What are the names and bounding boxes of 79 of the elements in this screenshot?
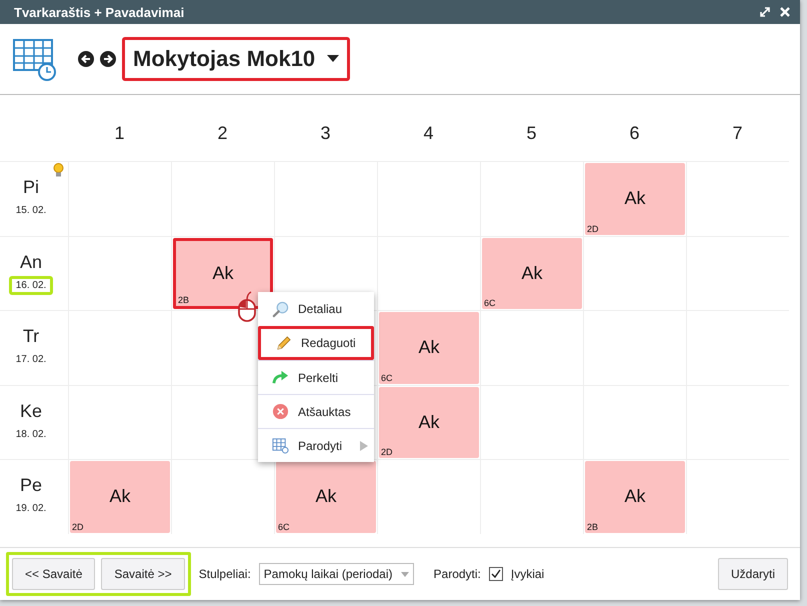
timetable-cell[interactable]: [686, 236, 789, 310]
day-date: 17. 02.: [14, 353, 48, 368]
timetable-cell[interactable]: [686, 161, 789, 236]
period-number: 2: [217, 122, 228, 144]
lesson-class: 2D: [72, 522, 84, 532]
day-date: 16. 02.: [8, 276, 54, 295]
caret-icon: [400, 572, 409, 576]
day-date: 19. 02.: [14, 502, 48, 516]
timetable-cell[interactable]: [377, 459, 480, 534]
lesson-card[interactable]: Ak 6C: [482, 238, 582, 309]
mouse-icon: [237, 290, 257, 322]
period-number: 3: [320, 122, 330, 144]
day-date: 15. 02.: [14, 204, 48, 218]
cancel-icon: [272, 403, 289, 420]
pencil-icon: [275, 334, 292, 352]
timetable-cell[interactable]: [583, 310, 686, 384]
lesson-subject: Ak: [521, 262, 542, 284]
back-icon[interactable]: [78, 51, 94, 67]
curved-arrow-icon: [272, 369, 289, 386]
menu-item[interactable]: Perkelti: [258, 360, 374, 394]
lightbulb-icon: [53, 163, 64, 178]
menu-item[interactable]: Parodyti: [258, 428, 374, 462]
events-label: Įvykiai: [510, 567, 544, 581]
lesson-class: 6C: [278, 522, 290, 532]
timetable-cell[interactable]: [686, 459, 789, 534]
day-date: 18. 02.: [14, 428, 48, 442]
lesson-subject: Ak: [109, 486, 130, 508]
lesson-card[interactable]: Ak 2D: [70, 461, 170, 532]
lesson-subject: Ak: [418, 337, 440, 358]
menu-item[interactable]: Atšauktas: [258, 394, 374, 428]
timetable-cell[interactable]: [377, 236, 480, 310]
lesson-class: 2D: [587, 224, 599, 234]
day-name: An: [20, 252, 42, 273]
day-name: Ke: [20, 400, 42, 422]
magnifier-icon: [272, 300, 289, 318]
day-name: Pe: [20, 475, 42, 496]
timetable-icon: [12, 36, 58, 82]
close-button[interactable]: Uždaryti: [718, 558, 788, 590]
lesson-card[interactable]: Ak 6C: [379, 312, 479, 384]
menu-item[interactable]: Redaguoti: [258, 326, 374, 360]
timetable-cell[interactable]: [583, 236, 686, 310]
week-button[interactable]: Savaitė >>: [101, 558, 185, 590]
lesson-class: 2B: [587, 522, 598, 532]
columns-dropdown[interactable]: Pamokų laikai (periodai): [258, 563, 414, 585]
lesson-card[interactable]: Ak 2D: [379, 386, 479, 458]
lesson-class: 2D: [381, 447, 393, 457]
show-label: Parodyti:: [434, 567, 481, 581]
lesson-subject: Ak: [624, 486, 646, 508]
timetable-cell[interactable]: [480, 310, 583, 384]
events-checkbox[interactable]: [488, 567, 503, 581]
maximize-icon[interactable]: [758, 5, 772, 19]
period-number: 4: [423, 122, 434, 144]
timetable-cell[interactable]: [480, 384, 583, 459]
teacher-dropdown[interactable]: Mokytojas Mok10: [122, 37, 350, 81]
lesson-subject: Ak: [315, 486, 336, 508]
lesson-card[interactable]: Ak 2D: [585, 163, 685, 234]
period-number: 1: [114, 122, 124, 144]
period-number: 7: [732, 122, 742, 144]
caret-icon: [327, 55, 340, 63]
period-number: 5: [526, 122, 536, 144]
close-icon[interactable]: [778, 5, 792, 19]
forward-icon[interactable]: [100, 51, 116, 67]
lesson-card[interactable]: Ak 2B: [173, 238, 273, 309]
lesson-subject: Ak: [418, 412, 440, 433]
lesson-card[interactable]: Ak 6C: [276, 461, 376, 532]
lesson-class: 6C: [381, 372, 393, 382]
lesson-class: 6C: [484, 298, 496, 308]
week-button[interactable]: << Savaitė: [12, 558, 96, 590]
period-number: 6: [629, 122, 640, 144]
lesson-card[interactable]: Ak 2B: [585, 461, 685, 532]
window-title: Tvarkaraštis + Pavadavimai: [14, 4, 186, 20]
day-name: Pi: [22, 177, 39, 198]
grid-icon: [272, 437, 289, 454]
columns-label: Stulpeliai:: [198, 567, 251, 581]
timetable-cell[interactable]: [480, 459, 583, 534]
lesson-subject: Ak: [624, 188, 646, 210]
lesson-class: 2B: [178, 295, 190, 305]
day-name: Tr: [22, 326, 40, 348]
lesson-subject: Ak: [212, 262, 234, 284]
